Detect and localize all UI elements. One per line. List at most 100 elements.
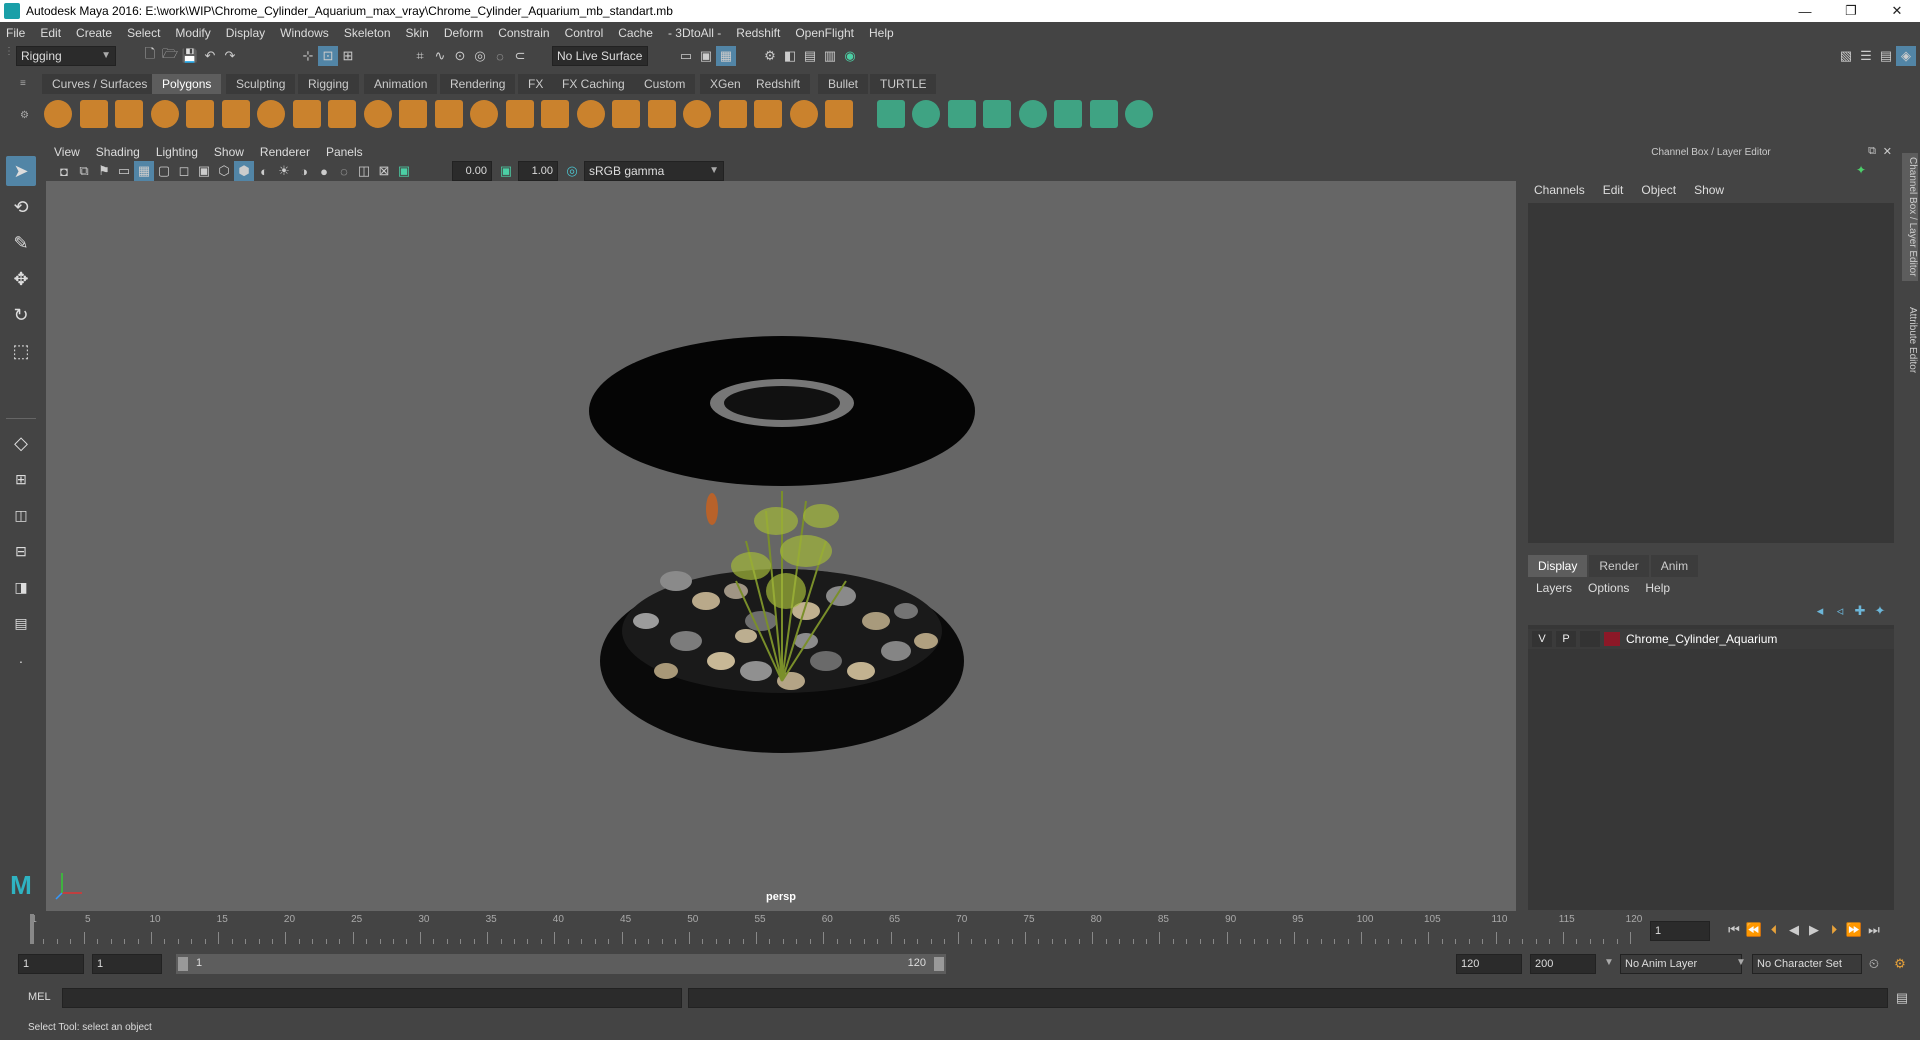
side-tab-channel-box-layer-editor[interactable]: Channel Box / Layer Editor <box>1902 153 1918 281</box>
isolate-select-icon[interactable]: ◫ <box>354 161 374 181</box>
persp-outliner-layout-icon[interactable]: ◨ <box>6 572 36 602</box>
panel-menu-show[interactable]: Show <box>214 145 244 159</box>
layer-color-swatch[interactable] <box>1604 632 1620 646</box>
ipr-render-icon[interactable]: ▦ <box>716 46 736 66</box>
shelf-tab-sculpting[interactable]: Sculpting <box>226 74 296 94</box>
play-backwards-icon[interactable]: ◀ <box>1784 920 1804 940</box>
start-time-field[interactable]: 1 <box>18 954 84 974</box>
menu-create[interactable]: Create <box>76 26 112 40</box>
smooth-icon[interactable] <box>434 100 463 128</box>
insert-edge-loop-icon[interactable] <box>718 100 747 128</box>
shelf-tab-turtle[interactable]: TURTLE <box>870 74 937 94</box>
lasso-tool-icon[interactable]: ⟲ <box>6 192 36 222</box>
automatic-uv-icon[interactable] <box>1018 100 1047 128</box>
playback-start-field[interactable]: 1 <box>92 954 162 974</box>
undo-icon[interactable]: ↶ <box>200 46 220 66</box>
persp-graph-layout-icon[interactable]: ⊟ <box>6 536 36 566</box>
open-scene-icon[interactable]: 🗁 <box>160 46 180 66</box>
gamma-icon[interactable]: ▣ <box>496 161 516 181</box>
step-forward-key-icon[interactable]: ⏩ <box>1844 920 1864 940</box>
shelf-tab-rigging[interactable]: Rigging <box>298 74 359 94</box>
menu-redshift[interactable]: Redshift <box>736 26 780 40</box>
menu-file[interactable]: File <box>6 26 25 40</box>
camera-attributes-icon[interactable]: ⧉ <box>74 161 94 181</box>
select-object-icon[interactable]: ⊡ <box>318 46 338 66</box>
channel-box-menu-channels[interactable]: Channels <box>1534 183 1585 197</box>
menu-select[interactable]: Select <box>127 26 160 40</box>
layer-tab-anim[interactable]: Anim <box>1650 555 1699 577</box>
single-view-layout-icon[interactable]: ◇ <box>6 428 36 458</box>
merge-icon[interactable] <box>612 100 640 128</box>
poly-plane-icon[interactable] <box>186 100 214 128</box>
side-by-side-layout-icon[interactable]: ◫ <box>6 500 36 530</box>
menu-edit[interactable]: Edit <box>40 26 61 40</box>
shelf-tab-bullet[interactable]: Bullet <box>818 74 869 94</box>
select-component-icon[interactable]: ⊞ <box>338 46 358 66</box>
xray-icon[interactable]: ⊠ <box>374 161 394 181</box>
snap-point-icon[interactable]: ⊙ <box>450 46 470 66</box>
bookmark-icon[interactable]: ⚑ <box>94 161 114 181</box>
move-layer-up-icon[interactable]: ◂ <box>1810 601 1830 621</box>
bridge-icon[interactable] <box>505 100 534 128</box>
poly-sphere-icon[interactable] <box>44 100 72 128</box>
time-slider[interactable]: 1 5 10 15 20 25 30 35 40 45 50 55 60 65 70 75 80 85 90 95 10… <box>24 914 1642 944</box>
extract-icon[interactable] <box>399 100 427 128</box>
gamma-field[interactable]: 1.00 <box>518 161 558 181</box>
modeling-toolkit-icon[interactable]: ▧ <box>1836 46 1856 66</box>
panel-menu-panels[interactable]: Panels <box>326 145 363 159</box>
mirror-icon[interactable] <box>825 100 853 128</box>
cylindrical-uv-icon[interactable] <box>947 100 976 128</box>
channel-box-menu-object[interactable]: Object <box>1641 183 1676 197</box>
shadows-icon[interactable]: ◑ <box>294 161 314 181</box>
panel-float-icon[interactable]: ⧉ <box>1868 145 1876 158</box>
resolution-gate-icon[interactable]: ◻ <box>174 161 194 181</box>
auto-key-icon[interactable]: ⏲ <box>1864 954 1884 974</box>
cmd-language-label[interactable]: MEL <box>28 991 51 1003</box>
layer-tab-render[interactable]: Render <box>1589 555 1649 577</box>
spherical-uv-icon[interactable] <box>983 100 1011 128</box>
range-slider-start-handle[interactable] <box>178 957 188 971</box>
new-layer-selected-icon[interactable]: ✦ <box>1870 601 1890 621</box>
scale-tool-icon[interactable]: ⬚ <box>6 336 36 366</box>
shelf-tab-curves-surfaces[interactable]: Curves / Surfaces <box>42 74 158 94</box>
shelf-tab-polygons[interactable]: Polygons <box>152 74 222 94</box>
layer-menu-help[interactable]: Help <box>1645 581 1670 595</box>
bevel-icon[interactable] <box>470 100 498 128</box>
unfold-icon[interactable] <box>1054 100 1082 128</box>
append-icon[interactable] <box>683 100 711 128</box>
panel-close-icon[interactable]: ✕ <box>1883 145 1892 158</box>
fill-hole-icon[interactable] <box>576 100 605 128</box>
poly-torus-icon[interactable] <box>221 100 250 128</box>
mode-dropdown[interactable]: Rigging ▼ <box>16 46 116 66</box>
step-back-frame-icon[interactable]: ⏴ <box>1764 920 1784 940</box>
snap-curve-icon[interactable]: ∿ <box>430 46 450 66</box>
render-setup-icon[interactable]: ▥ <box>820 46 840 66</box>
menu-openflight[interactable]: OpenFlight <box>795 26 854 40</box>
shelf-tab-fx-caching[interactable]: FX Caching <box>552 74 635 94</box>
shelf-tab-animation[interactable]: Animation <box>364 74 438 94</box>
textured-icon[interactable]: ◐ <box>254 161 274 181</box>
menu-control[interactable]: Control <box>565 26 604 40</box>
rotate-tool-icon[interactable]: ↻ <box>6 300 36 330</box>
multi-cut-icon[interactable] <box>647 100 676 128</box>
move-layer-down-icon[interactable]: ◃ <box>1830 601 1850 621</box>
layer-tab-display[interactable]: Display <box>1528 555 1588 577</box>
lights-icon[interactable]: ☀ <box>274 161 294 181</box>
panel-menu-renderer[interactable]: Renderer <box>260 145 310 159</box>
menu-cache[interactable]: Cache <box>618 26 653 40</box>
snap-view-icon[interactable]: ◎ <box>470 46 490 66</box>
shelf-tab-redshift[interactable]: Redshift <box>746 74 811 94</box>
perspective-viewport[interactable]: persp <box>46 181 1516 911</box>
current-frame-marker[interactable] <box>30 914 34 944</box>
poly-cube-icon[interactable] <box>79 100 108 128</box>
render-frame-icon[interactable]: ▣ <box>696 46 716 66</box>
menu-deform[interactable]: Deform <box>444 26 483 40</box>
attribute-editor-toggle-icon[interactable]: ☰ <box>1856 46 1876 66</box>
magnet-icon[interactable]: ⊂ <box>510 46 530 66</box>
layer-playback-toggle[interactable]: P <box>1556 631 1576 647</box>
tool-settings-toggle-icon[interactable]: ▤ <box>1876 46 1896 66</box>
redshift-render-icon[interactable]: ◉ <box>840 46 860 66</box>
poly-cylinder-icon[interactable] <box>115 100 143 128</box>
new-scene-icon[interactable]: 🗋 <box>140 46 160 66</box>
step-forward-frame-icon[interactable]: ⏵ <box>1824 920 1844 940</box>
